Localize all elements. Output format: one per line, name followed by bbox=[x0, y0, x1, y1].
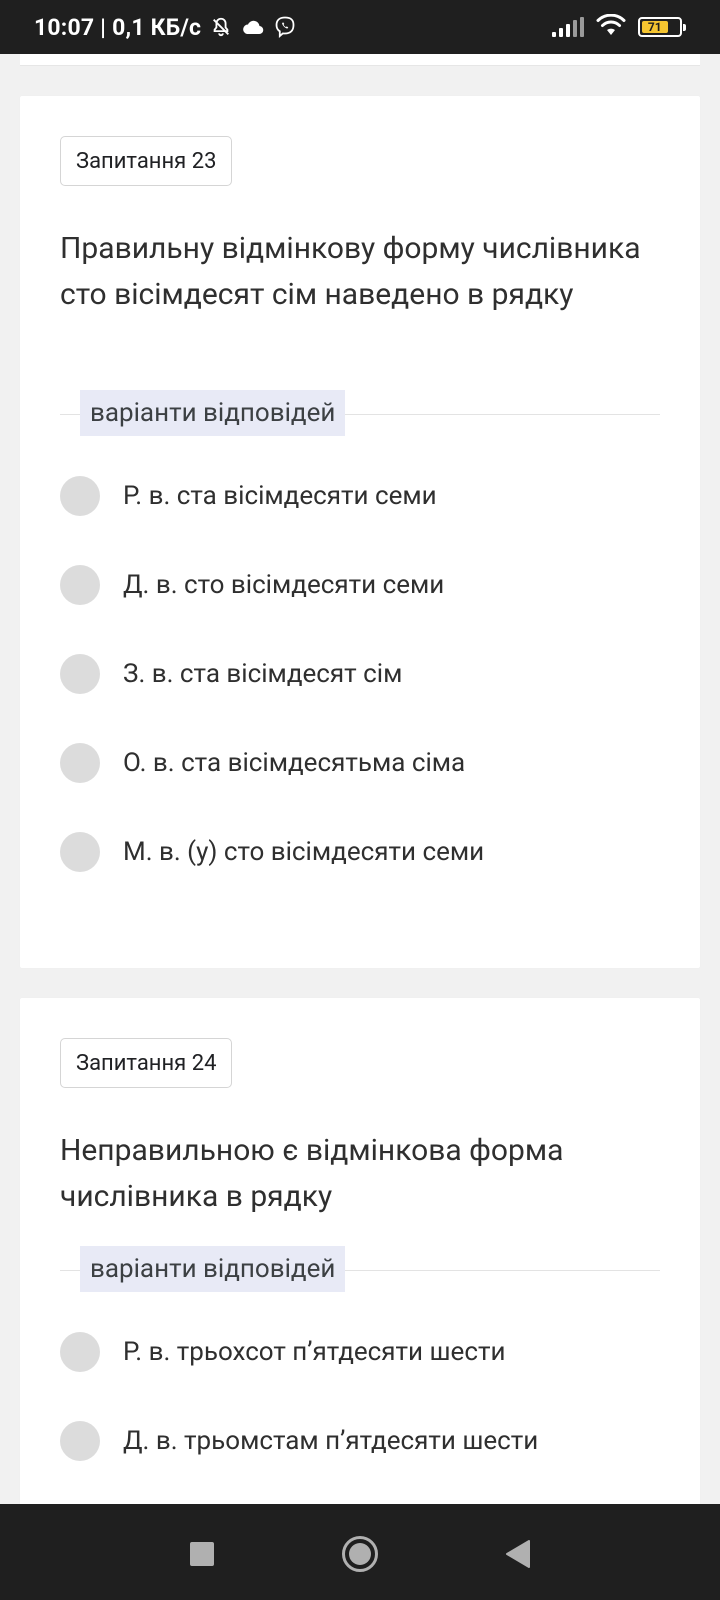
radio-button[interactable] bbox=[60, 832, 100, 872]
question-number-badge: Запитання 24 bbox=[60, 1038, 233, 1088]
bell-off-icon bbox=[209, 15, 233, 39]
answer-option[interactable]: З. в. ста вісімдесят сім bbox=[60, 652, 660, 696]
radio-button[interactable] bbox=[60, 1332, 100, 1372]
recents-square-icon[interactable] bbox=[182, 1534, 222, 1574]
answer-option-label: Р. в. ста вісімдесяти семи bbox=[123, 481, 437, 511]
radio-button[interactable] bbox=[60, 565, 100, 605]
answer-variants-header: варіанти відповідей bbox=[60, 390, 660, 436]
answer-option-label: Д. в. трьомстам п’ятдесяти шести bbox=[123, 1426, 539, 1456]
signal-icon bbox=[552, 17, 584, 37]
answer-option-label: О. в. ста вісімдесятьма сіма bbox=[123, 748, 466, 778]
answer-option[interactable]: О. в. ста вісімдесятьма сіма bbox=[60, 741, 660, 785]
radio-button[interactable] bbox=[60, 654, 100, 694]
answer-option[interactable]: Д. в. сто вісімдесяти семи bbox=[60, 563, 660, 607]
previous-question-card-edge bbox=[20, 54, 700, 66]
answer-option[interactable]: Р. в. ста вісімдесяти семи bbox=[60, 474, 660, 518]
question-text: Правильну відмінкову форму числівника ст… bbox=[60, 231, 641, 312]
battery-level: 71 bbox=[642, 20, 668, 34]
answer-variants-label: варіанти відповідей bbox=[80, 390, 346, 436]
answer-variants-label: варіанти відповідей bbox=[80, 1246, 346, 1292]
home-circle-icon[interactable] bbox=[340, 1534, 380, 1574]
question-text: Неправильною є відмінкова форма числівни… bbox=[60, 1133, 564, 1214]
wifi-icon bbox=[596, 13, 626, 40]
back-triangle-icon[interactable] bbox=[498, 1534, 538, 1574]
radio-button[interactable] bbox=[60, 743, 100, 783]
viber-icon bbox=[273, 15, 297, 39]
battery-icon: 71 bbox=[638, 17, 686, 37]
answer-variants-header: варіанти відповідей bbox=[60, 1246, 660, 1292]
answer-option[interactable]: Р. в. трьохсот п’ятдесяти шести bbox=[60, 1330, 660, 1374]
answer-option-label: Д. в. сто вісімдесяти семи bbox=[123, 570, 445, 600]
navigation-bar bbox=[0, 1504, 720, 1600]
answer-option-label: З. в. ста вісімдесят сім bbox=[123, 659, 403, 689]
cloud-icon bbox=[241, 15, 265, 39]
answer-option[interactable]: М. в. (у) сто вісімдесяти семи bbox=[60, 830, 660, 874]
status-right: 71 bbox=[552, 13, 686, 40]
status-time-speed: 10:07 | 0,1 КБ/с bbox=[34, 13, 202, 41]
question-number-badge: Запитання 23 bbox=[60, 136, 233, 186]
radio-button[interactable] bbox=[60, 1421, 100, 1461]
status-left: 10:07 | 0,1 КБ/с bbox=[34, 14, 297, 41]
answer-option-label: М. в. (у) сто вісімдесяти семи bbox=[123, 837, 485, 867]
answer-option-label: Р. в. трьохсот п’ятдесяти шести bbox=[123, 1337, 506, 1367]
question-card-24: Запитання 24 Неправильною є відмінкова ф… bbox=[20, 998, 700, 1518]
status-bar: 10:07 | 0,1 КБ/с 71 bbox=[0, 0, 720, 54]
answer-option[interactable]: Д. в. трьомстам п’ятдесяти шести bbox=[60, 1419, 660, 1463]
radio-button[interactable] bbox=[60, 476, 100, 516]
question-card-23: Запитання 23 Правильну відмінкову форму … bbox=[20, 96, 700, 968]
